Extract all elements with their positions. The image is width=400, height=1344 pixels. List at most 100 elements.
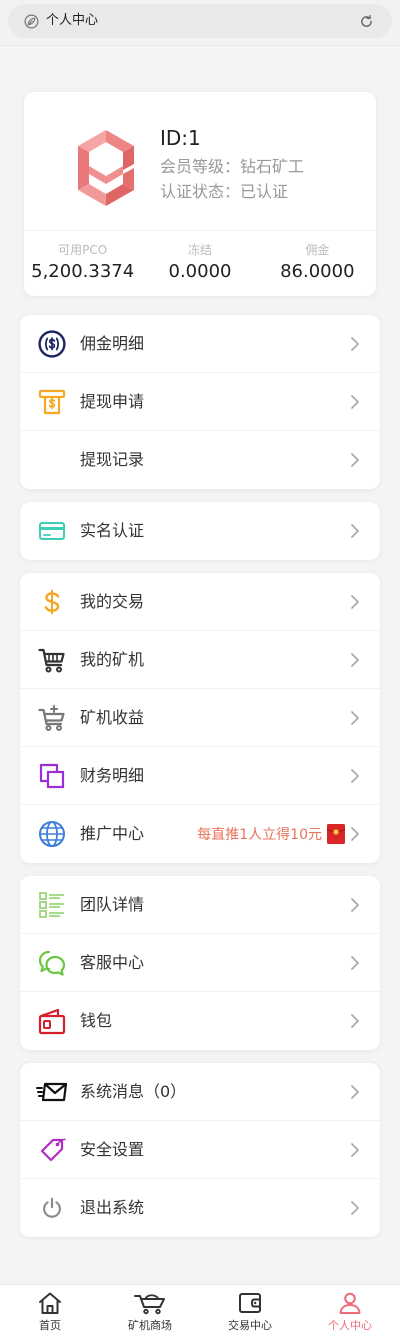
refresh-icon[interactable] (359, 14, 374, 29)
page-title-bar: 个人中心 (8, 4, 392, 38)
stat-label: 冻结 (187, 243, 212, 257)
divider (24, 230, 376, 231)
menu-item-my-miners[interactable]: 我的矿机 (20, 631, 380, 689)
menu-item-withdraw-apply[interactable]: 提现申请 (20, 373, 380, 431)
red-envelope-icon (327, 823, 345, 844)
menu-item-withdraw-records[interactable]: 提现记录 (20, 431, 380, 489)
chevron-right-icon (350, 1200, 360, 1216)
verification-status: 认证状态：已认证 (160, 182, 289, 201)
menu-item-customer-service[interactable]: 客服中心 (20, 934, 380, 992)
chevron-right-icon (350, 394, 360, 410)
chevron-right-icon (350, 1013, 360, 1029)
chevron-right-icon (350, 826, 360, 842)
nav-label: 矿机商场 (128, 1319, 172, 1332)
nav-label: 个人中心 (328, 1319, 372, 1332)
stat-frozen: 冻结 0.0000 (141, 242, 258, 284)
id-card-icon (38, 517, 66, 545)
menu-item-system-messages[interactable]: 系统消息（0） (20, 1063, 380, 1121)
chevron-right-icon (350, 955, 360, 971)
menu-item-wallet[interactable]: 钱包 (20, 992, 380, 1050)
profile-card: ID:1 会员等级：钻石矿工 认证状态：已认证 可用PCO 5,200.3374… (24, 92, 376, 296)
nav-home[interactable]: 首页 (0, 1285, 100, 1344)
chevron-right-icon (350, 1084, 360, 1100)
menu-item-label: 提现记录 (80, 450, 145, 469)
menu-group-system: 系统消息（0） 安全设置 退出系统 (20, 1063, 380, 1237)
member-level: 会员等级：钻石矿工 (160, 157, 305, 176)
finance-squares-icon (38, 762, 66, 790)
menu-item-label: 实名认证 (80, 521, 145, 540)
stat-commission: 佣金 86.0000 (259, 242, 376, 284)
chat-icon (38, 949, 66, 977)
menu-item-label: 系统消息（0） (80, 1082, 187, 1101)
chevron-right-icon (350, 897, 360, 913)
menu-item-label: 客服中心 (80, 953, 145, 972)
menu-item-logout[interactable]: 退出系统 (20, 1179, 380, 1237)
menu-item-team-details[interactable]: 团队详情 (20, 876, 380, 934)
tag-icon (38, 1136, 66, 1164)
logo-icon (76, 128, 136, 208)
user-id: ID:1 (160, 126, 201, 150)
nav-mining-shop[interactable]: 矿机商场 (100, 1285, 200, 1344)
menu-item-promotion-center[interactable]: 推广中心 每直推1人立得10元 (20, 805, 380, 863)
menu-item-label: 安全设置 (80, 1140, 145, 1159)
nav-label: 首页 (39, 1319, 61, 1332)
globe-icon (38, 820, 66, 848)
stat-available-pco: 可用PCO 5,200.3374 (24, 242, 141, 284)
chevron-right-icon (350, 768, 360, 784)
menu-item-security-settings[interactable]: 安全设置 (20, 1121, 380, 1179)
atm-withdraw-icon (38, 388, 66, 416)
chevron-right-icon (350, 652, 360, 668)
menu-item-label: 佣金明细 (80, 334, 145, 353)
dollar-circle-icon (38, 330, 66, 358)
menu-item-label: 退出系统 (80, 1198, 145, 1217)
chevron-right-icon (350, 336, 360, 352)
nav-profile[interactable]: 个人中心 (300, 1285, 400, 1344)
menu-group-trading: 我的交易 我的矿机 矿机收益 财务明细 推广中心 每直推1人立得10元 (20, 573, 380, 863)
menu-item-label: 我的交易 (80, 592, 145, 611)
stat-label: 佣金 (305, 243, 330, 257)
chevron-right-icon (350, 452, 360, 468)
menu-item-label: 矿机收益 (80, 708, 145, 727)
page-title: 个人中心 (46, 13, 99, 28)
top-bar: 个人中心 (0, 0, 400, 46)
menu-group-service: 团队详情 客服中心 钱包 (20, 876, 380, 1050)
chevron-right-icon (350, 594, 360, 610)
wallet-icon (38, 1007, 66, 1035)
promo-badge: 每直推1人立得10元 (197, 805, 345, 862)
user-icon (337, 1291, 363, 1315)
mining-shop-icon (133, 1291, 167, 1315)
menu-item-real-name-auth[interactable]: 实名认证 (20, 502, 380, 560)
nav-label: 交易中心 (228, 1319, 272, 1332)
dollar-icon (38, 588, 66, 616)
stat-value: 5,200.3374 (31, 261, 135, 282)
message-envelope-icon (36, 1078, 68, 1106)
chevron-right-icon (350, 1142, 360, 1158)
nav-trade-center[interactable]: 交易中心 (200, 1285, 300, 1344)
stat-value: 86.0000 (280, 261, 355, 282)
cart-icon (38, 646, 66, 674)
wallet-outline-icon (237, 1291, 263, 1315)
menu-item-label: 钱包 (80, 1011, 113, 1030)
list-icon (38, 891, 66, 919)
chevron-right-icon (350, 710, 360, 726)
menu-group-verification: 实名认证 (20, 502, 380, 560)
bottom-nav: 首页 矿机商场 交易中心 个人中心 (0, 1284, 400, 1344)
chevron-right-icon (350, 523, 360, 539)
menu-item-commission-detail[interactable]: 佣金明细 (20, 315, 380, 373)
menu-item-miner-earnings[interactable]: 矿机收益 (20, 689, 380, 747)
stat-value: 0.0000 (168, 261, 232, 282)
home-icon (37, 1291, 63, 1315)
menu-group-commission: 佣金明细 提现申请 提现记录 (20, 315, 380, 489)
power-icon (38, 1194, 66, 1222)
menu-item-finance-detail[interactable]: 财务明细 (20, 747, 380, 805)
menu-item-label: 我的矿机 (80, 650, 145, 669)
promo-text: 每直推1人立得10元 (197, 826, 322, 843)
menu-item-label: 财务明细 (80, 766, 145, 785)
leaf-icon (24, 14, 39, 29)
cart-plus-icon (38, 704, 66, 732)
menu-item-label: 团队详情 (80, 895, 145, 914)
menu-item-label: 推广中心 (80, 824, 145, 843)
menu-item-my-trades[interactable]: 我的交易 (20, 573, 380, 631)
stat-label: 可用PCO (58, 243, 108, 257)
menu-item-label: 提现申请 (80, 392, 145, 411)
